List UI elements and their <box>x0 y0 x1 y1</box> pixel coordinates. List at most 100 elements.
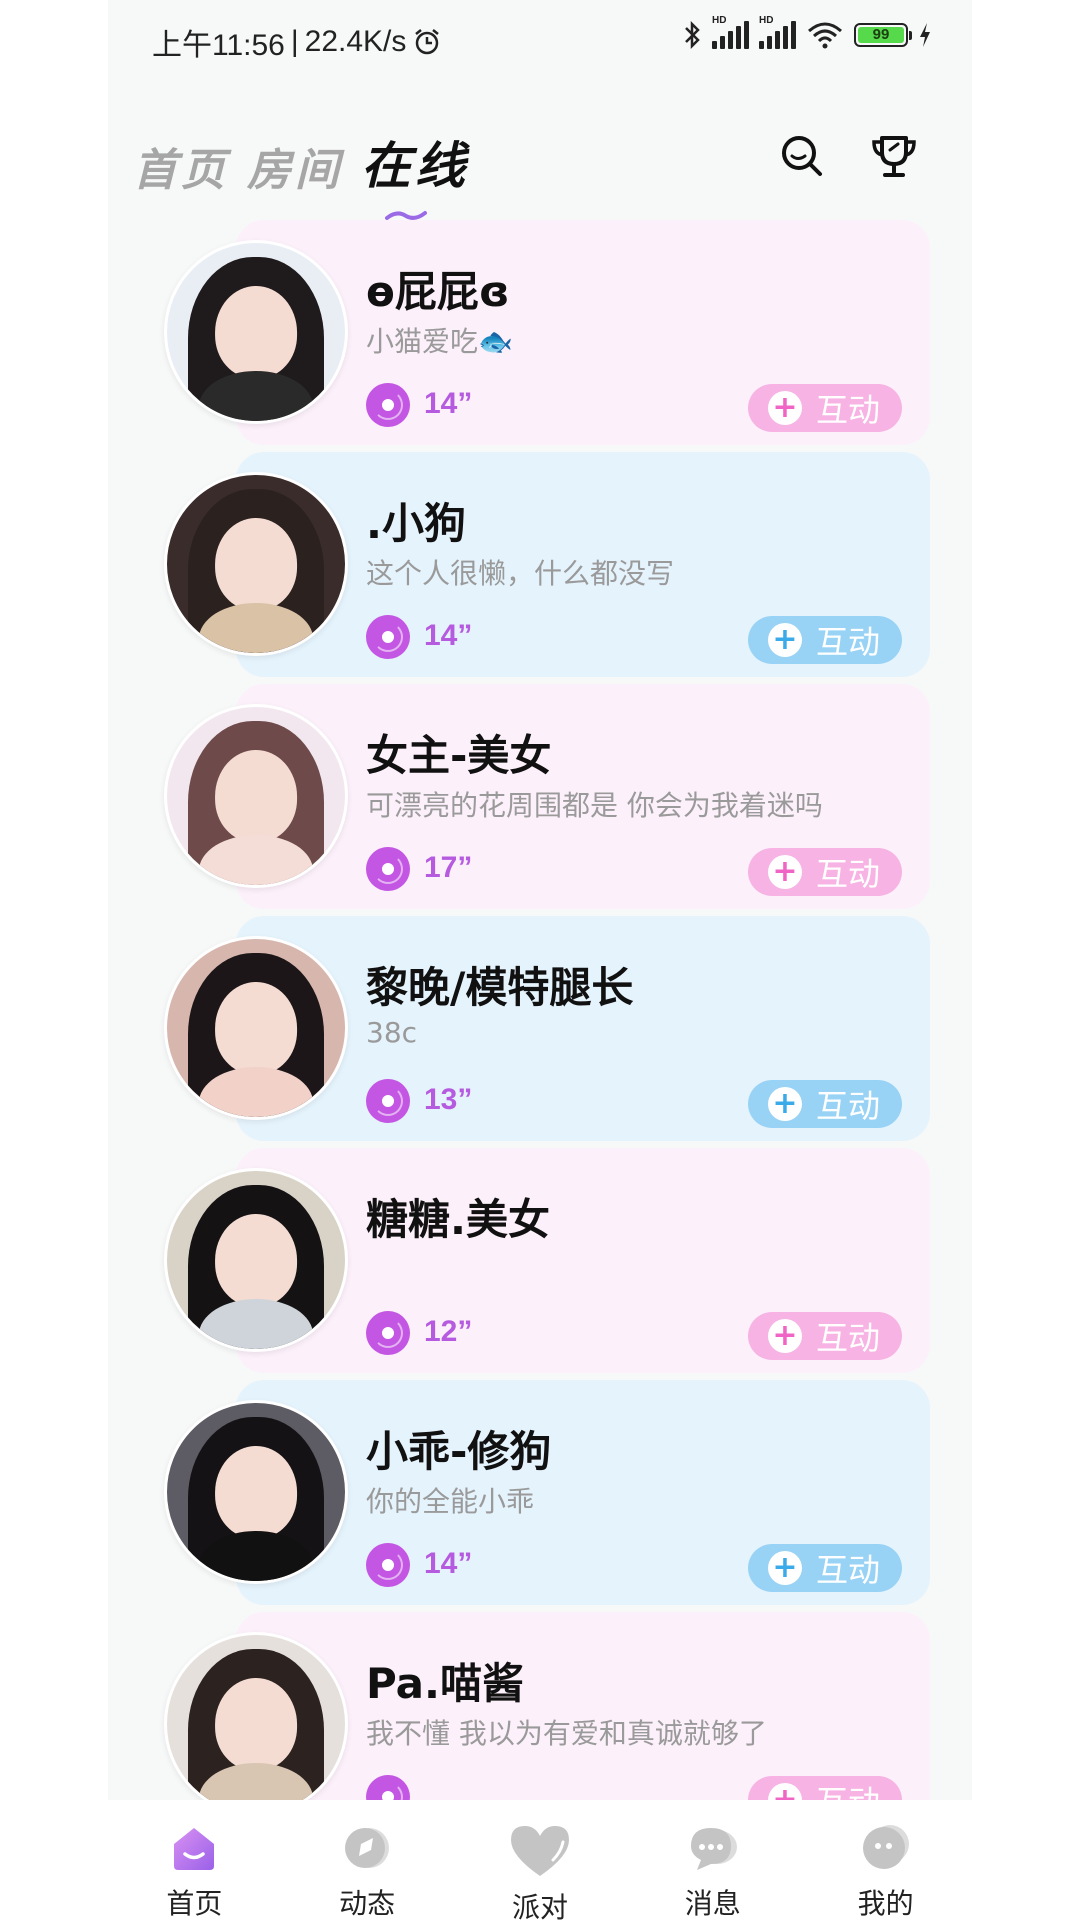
interact-button[interactable]: + 互动 <box>748 616 902 664</box>
avatar-face <box>215 1213 297 1307</box>
status-time: 上午11:56 <box>152 29 285 62</box>
plus-icon: + <box>768 855 802 889</box>
trophy-icon[interactable] <box>868 130 920 182</box>
voice-duration: 17” <box>424 851 473 884</box>
voice-disc-icon[interactable] <box>366 383 410 427</box>
search-icon[interactable] <box>776 130 828 182</box>
nav-home[interactable]: 首页 <box>134 1820 254 1920</box>
avatar-face <box>215 517 297 611</box>
interact-button[interactable]: + 互动 <box>748 1080 902 1128</box>
voice-duration: 14” <box>424 387 473 420</box>
moments-icon <box>345 1828 390 1868</box>
user-name: .小狗 <box>366 499 466 548</box>
top-tabs: 首页 房间 在线 <box>133 126 469 220</box>
wifi-icon <box>808 22 842 49</box>
top-header: 首页 房间 在线 <box>108 110 972 220</box>
interact-button[interactable]: + 互动 <box>748 848 902 896</box>
nav-profile[interactable]: 我的 <box>826 1820 946 1920</box>
nav-party-label: 派对 <box>511 1891 568 1920</box>
party-heart-icon <box>510 1826 569 1876</box>
user-name: 糖糖.美女 <box>366 1195 550 1244</box>
cell-signal-2-icon: HD <box>759 15 796 49</box>
user-name: Pa.喵酱 <box>366 1659 524 1708</box>
nav-messages[interactable]: 消息 <box>653 1820 773 1920</box>
voice-duration: 14” <box>424 619 473 652</box>
profile-icon <box>862 1825 909 1869</box>
interact-label: 互动 <box>815 1087 880 1125</box>
nav-profile-label: 我的 <box>857 1887 914 1920</box>
user-card[interactable]: ɵ屁屁ɞ 小猫爱吃🐟 14” + 互动 <box>108 220 972 445</box>
plus-icon: + <box>768 391 802 425</box>
interact-label: 互动 <box>815 623 880 661</box>
tab-online[interactable]: 在线 <box>361 126 469 220</box>
avatar-face <box>215 981 297 1075</box>
voice-disc-icon[interactable] <box>366 1543 410 1587</box>
voice-disc-icon[interactable] <box>366 615 410 659</box>
charging-icon <box>920 23 930 47</box>
avatar[interactable] <box>164 472 348 656</box>
message-icon <box>690 1828 737 1870</box>
hd-label-2: HD <box>759 15 774 26</box>
interact-button[interactable]: + 互动 <box>748 1544 902 1592</box>
voice-duration: 14” <box>424 1547 473 1580</box>
tab-home[interactable]: 首页 <box>133 134 229 198</box>
avatar-face <box>215 1677 297 1771</box>
user-bio: 这个人很懒，什么都没写 <box>366 557 675 590</box>
plus-icon: + <box>768 1551 802 1585</box>
nav-moments-label: 动态 <box>339 1887 396 1920</box>
voice-disc-icon[interactable] <box>366 847 410 891</box>
user-name: 女主-美女 <box>366 731 552 780</box>
avatar-face <box>215 1445 297 1539</box>
user-name: 小乖-修狗 <box>366 1427 552 1476</box>
tab-rooms[interactable]: 房间 <box>247 134 343 198</box>
status-bar: 上午11:56 | 22.4K/s HD HD 99 <box>108 0 972 80</box>
plus-icon: + <box>768 1319 802 1353</box>
cell-signal-1-icon: HD <box>712 15 749 49</box>
alarm-icon <box>415 29 440 55</box>
interact-button[interactable]: + 互动 <box>748 1312 902 1360</box>
user-card[interactable]: .小狗这个人很懒，什么都没写 14” + 互动 <box>108 452 972 677</box>
avatar[interactable] <box>164 240 348 424</box>
nav-messages-label: 消息 <box>684 1887 741 1920</box>
avatar[interactable] <box>164 936 348 1120</box>
bluetooth-icon <box>685 20 700 50</box>
tab-online-label: 在线 <box>361 137 469 195</box>
user-name: 黎晚/模特腿长 <box>366 963 634 1012</box>
voice-disc-icon[interactable] <box>366 1079 410 1123</box>
hd-label-1: HD <box>712 15 727 26</box>
nav-party[interactable]: 派对 <box>480 1820 600 1920</box>
battery-icon: 99 <box>854 23 912 47</box>
nav-moments[interactable]: 动态 <box>307 1820 427 1920</box>
interact-label: 互动 <box>815 1551 880 1589</box>
interact-button[interactable]: + 互动 <box>748 384 902 432</box>
user-bio: 小猫爱吃🐟 <box>366 325 513 358</box>
user-bio: 38c <box>366 1016 418 1049</box>
bottom-nav: 首页 动态 派对 消息 我的 <box>108 1800 972 1920</box>
user-name: ɵ屁屁ɞ <box>366 267 510 316</box>
avatar[interactable] <box>164 704 348 888</box>
avatar-face <box>215 285 297 379</box>
status-right: HD HD 99 <box>682 15 932 50</box>
user-card[interactable]: 黎晚/模特腿长 38c 13” + 互动 <box>108 916 972 1141</box>
user-card[interactable]: 女主-美女可漂亮的花周围都是 你会为我着迷吗 17” + 互动 <box>108 684 972 909</box>
plus-icon: + <box>768 623 802 657</box>
status-divider: | <box>290 25 299 58</box>
avatar[interactable] <box>164 1632 348 1816</box>
user-card[interactable]: 糖糖.美女 12” + 互动 <box>108 1148 972 1373</box>
phone-screen: 上午11:56 | 22.4K/s HD HD 99 首页 房间 在线 ɵ屁屁ɞ… <box>108 0 972 1920</box>
battery-level: 99 <box>858 27 904 43</box>
interact-label: 互动 <box>815 391 880 429</box>
network-speed: 22.4K/s <box>304 25 407 58</box>
home-icon <box>174 1828 215 1870</box>
nav-home-label: 首页 <box>166 1887 223 1920</box>
voice-duration: 12” <box>424 1315 473 1348</box>
avatar[interactable] <box>164 1168 348 1352</box>
status-left: 上午11:56 | 22.4K/s <box>152 20 442 64</box>
voice-disc-icon[interactable] <box>366 1311 410 1355</box>
interact-label: 互动 <box>815 855 880 893</box>
user-card[interactable]: 小乖-修狗 你的全能小乖 14” + 互动 <box>108 1380 972 1605</box>
avatar[interactable] <box>164 1400 348 1584</box>
user-bio: 可漂亮的花周围都是 你会为我着迷吗 <box>366 789 823 822</box>
interact-label: 互动 <box>815 1319 880 1357</box>
user-bio: 我不懂 我以为有爱和真诚就够了 <box>366 1717 767 1750</box>
